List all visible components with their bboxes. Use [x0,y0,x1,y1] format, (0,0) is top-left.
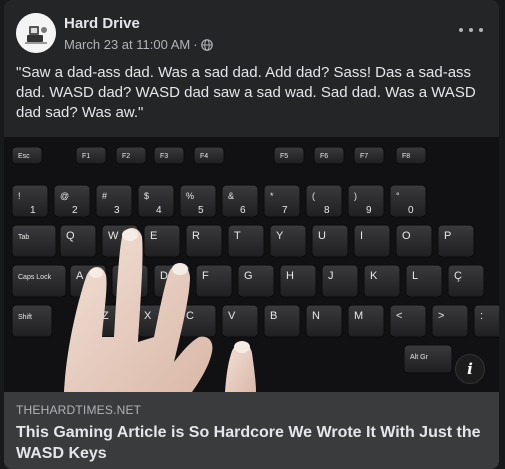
keyboard-key-label: E [150,230,157,242]
post-meta: March 23 at 11:00 AM · [64,37,213,52]
keyboard-key-label: Shift [18,314,32,321]
keyboard-key-label: < [396,310,402,322]
keyboard-key-label: Tab [18,234,29,241]
keyboard-key-label: % [186,191,194,201]
keyboard-key-label: L [412,270,418,282]
keyboard-key-label: Q [66,230,75,242]
keyboard-key-label: ( [312,191,315,201]
keyboard-key-label: ) [354,191,357,201]
link-title[interactable]: This Gaming Article is So Hardcore We Wr… [16,422,486,464]
keyboard-key-label: @ [60,191,69,201]
keyboard-key [193,146,225,165]
keyboard-key-label: 2 [72,205,78,216]
keyboard-key-label: T [234,230,241,242]
page-avatar[interactable] [16,13,56,53]
keyboard-key-label: P [444,230,451,242]
keyboard-key-label: 7 [282,205,288,216]
post-image[interactable]: Esc F1 F2 F3 F4 F5 F6 F7 F8! 1 @2 #3 $4% 5 & 6 * 7 (8) 9 ° 0 T… [4,137,499,392]
keyboard-key-label: R [192,230,200,242]
keyboard-key-label: & [228,191,234,201]
keyboard-key-label: 5 [198,205,204,216]
keyboard-key-label: 4 [156,205,162,216]
link-preview[interactable]: THEHARDTIMES.NET This Gaming Article is … [4,392,499,469]
keyboard-key-label: B [270,310,277,322]
keyboard-key [11,224,57,258]
keyboard-key [353,146,385,165]
keyboard-key-label: V [228,310,236,322]
keyboard-key-label: ! [18,191,21,201]
info-icon[interactable]: i [455,354,485,384]
keyboard-key-label: I [360,230,363,242]
more-options-icon[interactable] [459,22,483,38]
keyboard-key-label: A [76,270,84,282]
keyboard-key-label: C [186,310,194,322]
keyboard-key [75,146,107,165]
keyboard-key-label: N [312,310,320,322]
keyboard-photo: Esc F1 F2 F3 F4 F5 F6 F7 F8! 1 @2 #3 $4% 5 &6 * 7 (8) 9 ° 0 T… [4,137,499,392]
keyboard-key-label: F [202,270,209,282]
keyboard-key-label: : [480,310,483,322]
keyboard-key [153,146,185,165]
keyboard-key [115,146,147,165]
keyboard-key-label: Esc [18,153,30,160]
keyboard-key-label: 0 [408,205,414,216]
avatar-logo-icon [16,13,56,53]
meta-separator: · [193,37,198,52]
post-timestamp[interactable]: March 23 at 11:00 AM [64,37,190,52]
keyboard-key [11,304,53,338]
post-text: "Saw a dad-ass dad. Was a sad dad. Add d… [16,64,476,121]
keyboard-key-label: > [438,310,444,322]
keyboard-key-label: G [244,270,253,282]
link-domain: THEHARDTIMES.NET [16,403,142,417]
keyboard-key-label: # [102,191,107,201]
keyboard-key-label: W [108,230,119,242]
keyboard-key-label: F1 [82,153,90,160]
keyboard-key [473,304,499,338]
keyboard-key-label: 1 [30,205,36,216]
keyboard-key [313,146,345,165]
keyboard-key-label: K [370,270,378,282]
keyboard-key-label: M [354,310,363,322]
keyboard-key-label: ° [396,191,400,201]
post-card: Hard Drive March 23 at 11:00 AM · "Saw a… [4,0,499,469]
keyboard-key-label: Alt Gr [410,354,429,361]
globe-icon [200,38,213,51]
keyboard-key [395,146,427,165]
keyboard-key-label: X [144,310,152,322]
keyboard-key-label: 9 [366,205,372,216]
keyboard-key-label: U [318,230,326,242]
keyboard-key-label: F7 [360,153,368,160]
keyboard-key [11,264,67,298]
keyboard-key-label: O [402,230,411,242]
keyboard-key-label: Ç [454,270,462,282]
keyboard-key-label: F2 [122,153,130,160]
keyboard-key-label: F4 [200,153,208,160]
keyboard-key-label: F5 [280,153,288,160]
keyboard-key-label: Caps Lock [18,274,52,281]
keyboard-key-label: F3 [160,153,168,160]
keyboard-key-label: * [270,191,274,201]
keyboard-key-label: H [286,270,294,282]
keyboard-key-label: 8 [324,205,330,216]
keyboard-key-label: J [328,270,334,282]
keyboard-key-label: F6 [320,153,328,160]
keyboard-key [273,146,305,165]
keyboard-key-label: $ [144,191,149,201]
keyboard-key-label: Y [276,230,284,242]
keyboard-key-label: 6 [240,205,246,216]
keyboard-key-label: F8 [402,153,410,160]
page-name[interactable]: Hard Drive [64,15,140,32]
keyboard-key-label: 3 [114,205,120,216]
